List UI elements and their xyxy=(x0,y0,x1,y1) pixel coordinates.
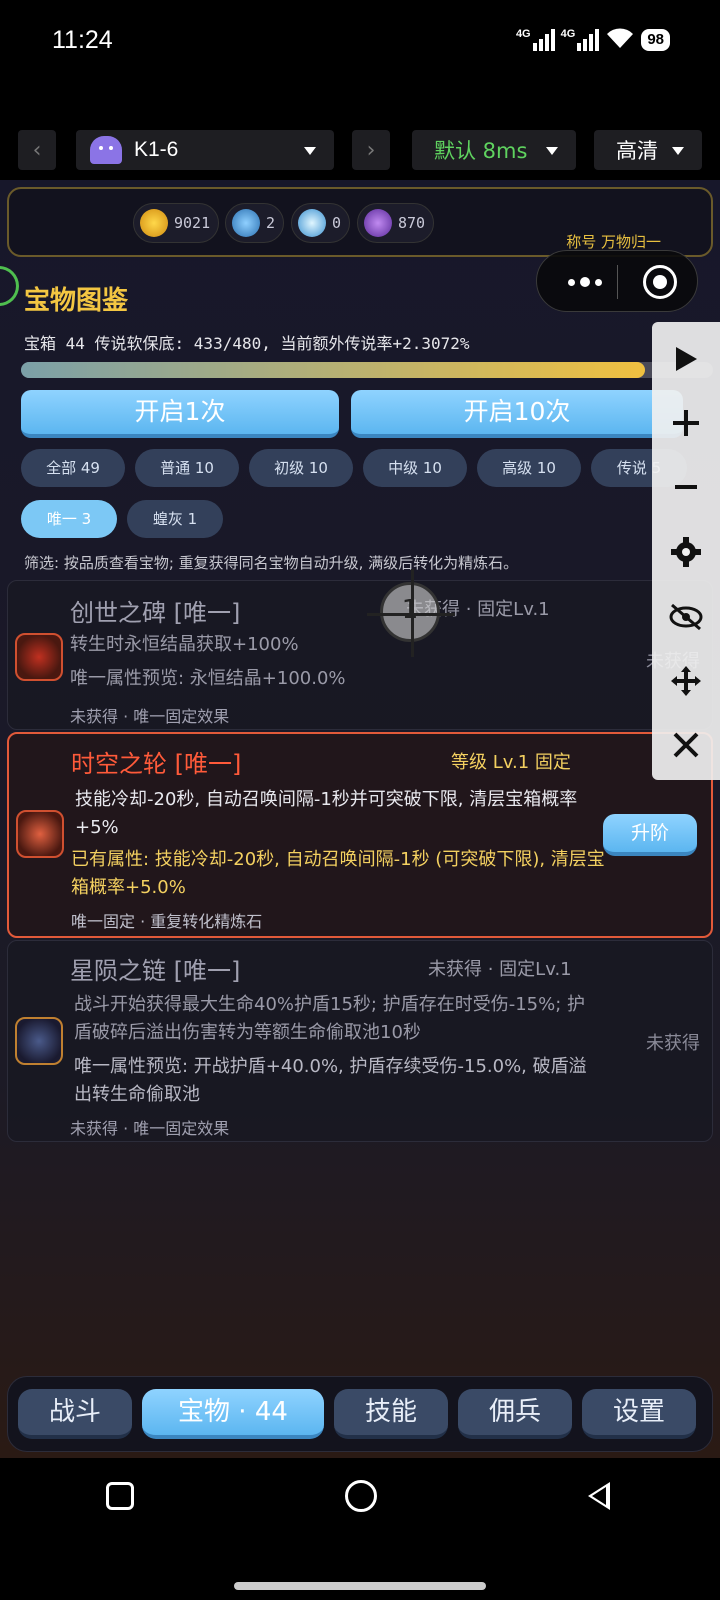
device-name: K1-6 xyxy=(134,138,179,161)
bottom-nav: 战斗 宝物 · 44 技能 佣兵 设置 xyxy=(7,1376,713,1452)
item-name: 时空之轮 [唯一] xyxy=(71,750,242,778)
item-status: 未获得 xyxy=(646,1033,700,1054)
tab-settings[interactable]: 设置 xyxy=(582,1389,696,1439)
close-icon[interactable] xyxy=(652,720,720,770)
resource-bar: 9021 2 0 870 称号 万物归一 xyxy=(7,187,713,257)
item-attribute: 已有属性: 技能冷却-20秒, 自动召唤间隔-1秒 (可突破下限), 清层宝箱概… xyxy=(71,849,605,898)
move-icon[interactable] xyxy=(652,656,720,706)
emulator-toolbar: ‹ K1-6 › 默认 8ms 高清 xyxy=(0,120,720,178)
item-name: 星陨之链 [唯一] xyxy=(70,957,241,985)
filter-chip-high[interactable]: 高级 10 xyxy=(477,449,581,487)
item-footer: 唯一固定 · 重复转化精炼石 xyxy=(71,912,263,931)
page-title: 宝物图鉴 xyxy=(24,286,129,316)
resource-diamond: 0 xyxy=(291,203,351,243)
open-once-button[interactable]: 开启1次 xyxy=(21,390,339,438)
item-name: 创世之碑 [唯一] xyxy=(70,599,241,627)
gesture-bar xyxy=(234,1582,486,1590)
caret-down-icon xyxy=(304,147,316,155)
floating-toolbar xyxy=(652,322,720,780)
hide-eye-icon[interactable] xyxy=(652,592,720,642)
android-icon xyxy=(90,136,122,164)
item-attribute: 唯一属性预览: 开战护盾+40.0%, 护盾存续受伤-15.0%, 破盾溢出转生… xyxy=(74,1056,587,1105)
purple-crystal-icon xyxy=(364,209,392,237)
treasure-item[interactable]: 星陨之链 [唯一] 未获得 · 固定Lv.1 战斗开始获得最大生命40%护盾15… xyxy=(7,940,713,1142)
filter-chip-basic[interactable]: 初级 10 xyxy=(249,449,353,487)
zoom-in-icon[interactable] xyxy=(652,398,720,448)
device-selector[interactable]: K1-6 xyxy=(76,130,334,170)
touch-crosshair: 1 xyxy=(367,569,455,657)
item-footer: 未获得 · 唯一固定效果 xyxy=(70,1119,230,1138)
time-wheel-icon xyxy=(16,810,64,858)
resource-gold-value: 9021 xyxy=(174,214,211,232)
monument-icon xyxy=(15,633,63,681)
back-icon[interactable] xyxy=(588,1482,610,1510)
filter-chip-mid[interactable]: 中级 10 xyxy=(363,449,467,487)
network-type-1: 4G xyxy=(515,27,531,40)
tab-battle[interactable]: 战斗 xyxy=(18,1389,132,1439)
resource-diamond-value: 0 xyxy=(332,214,342,232)
latency-label: 默认 8ms xyxy=(434,139,528,163)
tab-skills[interactable]: 技能 xyxy=(334,1389,448,1439)
chevron-right-icon[interactable]: › xyxy=(352,130,390,170)
close-capsule-icon[interactable] xyxy=(643,265,677,299)
system-nav-bar xyxy=(0,1458,720,1600)
filter-chip-all[interactable]: 全部 49 xyxy=(21,449,125,487)
resource-gold: 9021 xyxy=(133,203,220,243)
pity-progress-fill xyxy=(21,362,646,378)
wifi-icon xyxy=(605,26,635,54)
latency-selector[interactable]: 默认 8ms xyxy=(412,130,576,170)
signal-icon xyxy=(532,29,555,51)
item-meta: 未获得 · 固定Lv.1 xyxy=(428,959,572,980)
home-icon[interactable] xyxy=(345,1480,377,1512)
resource-crystal-value: 870 xyxy=(398,214,426,232)
filter-chip-unique[interactable]: 唯一 3 xyxy=(21,500,117,538)
more-options-icon[interactable] xyxy=(555,268,615,296)
settings-gear-icon[interactable] xyxy=(652,527,720,577)
game-screen: 9021 2 0 870 称号 万物归一 宝物图鉴 宝箱 44 传说软保底: 4… xyxy=(0,180,720,1458)
treasure-item[interactable]: 创世之碑 [唯一] 未获得 · 固定Lv.1 转生时永恒结晶获取+100% 唯一… xyxy=(7,580,713,730)
gold-coin-icon xyxy=(140,209,168,237)
filter-chip-normal[interactable]: 普通 10 xyxy=(135,449,239,487)
quality-label: 高清 xyxy=(616,139,658,163)
upgrade-button[interactable]: 升阶 xyxy=(603,814,697,856)
clock: 11:24 xyxy=(52,26,113,54)
item-description: 技能冷却-20秒, 自动召唤间隔-1秒并可突破下限, 清层宝箱概率+5% xyxy=(75,789,578,838)
player-title: 称号 万物归一 xyxy=(566,233,661,251)
chevron-left-icon[interactable]: ‹ xyxy=(18,130,56,170)
caret-down-icon xyxy=(546,147,558,155)
signal-icon xyxy=(577,29,600,51)
resource-crystal: 870 xyxy=(357,203,435,243)
caret-down-icon xyxy=(672,147,684,155)
item-footer: 未获得 · 唯一固定效果 xyxy=(70,707,230,726)
tab-treasure[interactable]: 宝物 · 44 xyxy=(142,1389,324,1439)
diamond-icon xyxy=(298,209,326,237)
battery-icon: 98 xyxy=(641,29,670,51)
resource-blue-gem: 2 xyxy=(225,203,285,243)
item-attribute: 唯一属性预览: 永恒结晶+100.0% xyxy=(70,668,346,689)
play-icon[interactable] xyxy=(652,334,720,384)
filter-note: 筛选: 按品质查看宝物; 重复获得同名宝物自动升级, 满级后转化为精炼石。 xyxy=(24,554,519,572)
item-level: 等级 Lv.1 固定 xyxy=(451,752,571,773)
status-bar: 11:24 4G 4G 98 xyxy=(0,0,720,90)
open-ten-button[interactable]: 开启10次 xyxy=(351,390,683,438)
quality-selector[interactable]: 高清 xyxy=(594,130,702,170)
item-description: 转生时永恒结晶获取+100% xyxy=(70,634,299,655)
treasure-item-selected[interactable]: 时空之轮 [唯一] 等级 Lv.1 固定 技能冷却-20秒, 自动召唤间隔-1秒… xyxy=(7,732,713,938)
network-type-2: 4G xyxy=(560,27,576,40)
tab-mercenaries[interactable]: 佣兵 xyxy=(458,1389,572,1439)
filter-chip-ash[interactable]: 蝗灰 1 xyxy=(127,500,223,538)
recent-apps-icon[interactable] xyxy=(106,1482,134,1510)
touch-point-number: 1 xyxy=(401,595,419,625)
green-indicator xyxy=(0,266,19,306)
zoom-out-icon[interactable] xyxy=(652,462,720,512)
capsule-divider xyxy=(617,265,618,299)
chest-stats: 宝箱 44 传说软保底: 433/480, 当前额外传说率+2.3072% xyxy=(24,334,470,353)
item-description: 战斗开始获得最大生命40%护盾15秒; 护盾存在时受伤-15%; 护盾破碎后溢出… xyxy=(74,994,585,1043)
status-icons: 4G 4G 98 xyxy=(516,26,670,54)
blue-gem-icon xyxy=(232,209,260,237)
resource-blue-gem-value: 2 xyxy=(266,214,276,232)
star-chain-icon xyxy=(15,1017,63,1065)
mini-program-capsule xyxy=(536,250,698,312)
pity-progress-bar xyxy=(21,362,713,378)
